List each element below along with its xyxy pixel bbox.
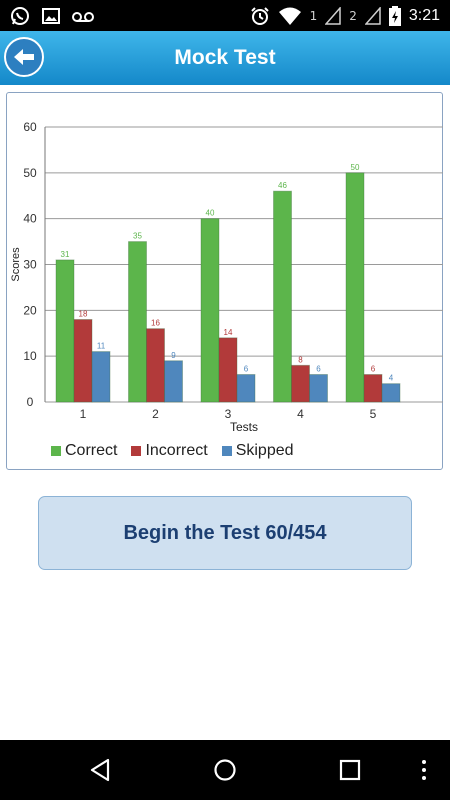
bar-correct [128,241,147,403]
home-nav-icon[interactable] [213,758,237,782]
bar-incorrect [73,319,93,403]
data-label: 46 [278,181,287,190]
begin-test-button[interactable]: Begin the Test 60/454 [38,496,412,570]
y-tick-label: 0 [27,395,34,409]
data-label: 11 [97,342,106,351]
signal-icon [364,6,381,25]
status-bar: 1 2 3:21 [0,0,450,31]
data-label: 6 [316,365,321,374]
sim1-label: 1 [309,8,318,23]
back-nav-icon[interactable] [88,758,112,782]
image-icon [42,7,60,24]
legend-item-skipped: Skipped [221,442,294,460]
bar-skipped [91,351,111,403]
y-axis-label: Scores [10,247,22,282]
alarm-icon [250,6,269,25]
data-label: 18 [79,310,88,319]
x-tick-label: 4 [297,407,304,421]
x-axis-label: Tests [230,420,258,434]
bar-skipped [164,360,183,403]
scores-bar-chart: 0102030405060Scores 311811135169240146346… [10,120,443,434]
legend-item-correct: Correct [51,442,117,460]
data-label: 6 [244,365,249,374]
bar-correct [345,172,365,403]
y-tick-label: 30 [23,258,37,272]
bar-incorrect [363,374,383,403]
overflow-menu-icon[interactable] [418,758,430,782]
legend-swatch-correct [51,446,61,456]
bar-incorrect [218,337,238,403]
bar-incorrect [291,364,310,403]
whatsapp-icon [11,6,29,25]
data-label: 40 [206,209,215,218]
x-tick-label: 1 [80,407,87,421]
clock: 3:21 [408,6,440,24]
app-header: Mock Test [0,31,450,85]
chart-card: 0 10 20 30 40 50 60 Scores 31 18 11 1 35 16 9 2 40 14 6 3 46… [6,92,443,470]
voicemail-icon [72,11,94,22]
legend-label-skipped: Skipped [235,442,294,459]
legend-label-incorrect: Incorrect [145,442,208,459]
signal-icon [325,6,341,25]
recents-nav-icon[interactable] [339,759,361,781]
wifi-icon [278,7,301,25]
legend-swatch-incorrect [131,446,142,456]
bar-correct [200,218,220,403]
data-label: 4 [389,374,394,383]
legend-item-incorrect: Incorrect [131,442,208,460]
data-label: 6 [371,365,376,374]
y-tick-label: 20 [23,303,37,317]
y-tick-label: 60 [23,120,37,134]
data-label: 14 [224,328,233,337]
y-tick-label: 50 [23,166,37,180]
bar-skipped [309,374,328,403]
navigation-bar [0,740,450,800]
bar-skipped [236,374,256,403]
data-label: 50 [351,163,360,172]
data-label: 16 [151,319,160,328]
legend-label-correct: Correct [65,442,118,459]
x-tick-label: 2 [152,407,159,421]
legend-swatch-skipped [221,446,232,456]
data-label: 35 [133,232,142,241]
data-label: 9 [171,351,176,360]
bar-incorrect [146,328,165,403]
chart-legend: Correct Incorrect Skipped [51,442,294,460]
page-title: Mock Test [174,46,276,69]
bar-correct [55,259,75,403]
bar-skipped [381,383,401,403]
data-label: 8 [298,355,303,364]
x-tick-label: 5 [370,407,377,421]
y-tick-label: 40 [23,212,37,226]
y-tick-label: 10 [23,349,37,363]
battery-charging-icon [388,5,401,26]
data-label: 31 [61,250,70,259]
sim2-label: 2 [349,8,357,23]
x-tick-label: 3 [225,407,232,421]
bar-correct [273,190,292,403]
